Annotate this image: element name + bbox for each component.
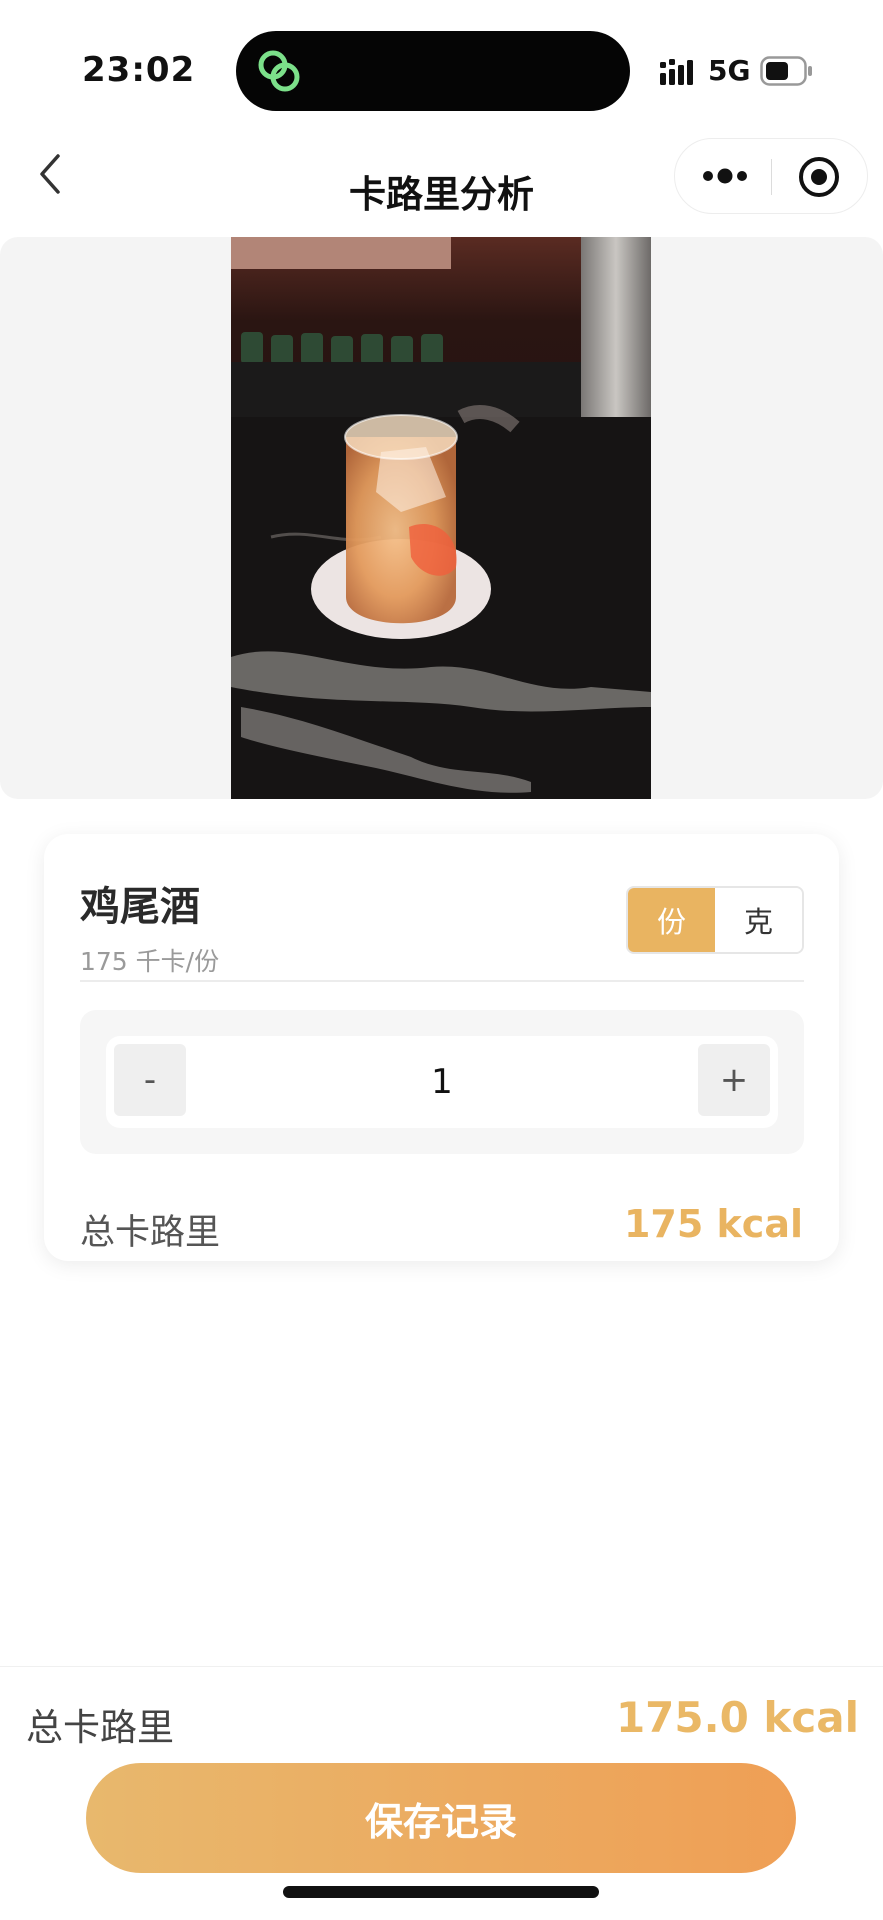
photo-area (0, 237, 883, 799)
network-type: 5G (708, 54, 751, 87)
food-name: 鸡尾酒 (80, 884, 200, 930)
dynamic-island (236, 31, 630, 111)
mini-program-capsule (674, 138, 868, 214)
save-record-button[interactable]: 保存记录 (86, 1763, 796, 1873)
target-icon[interactable] (795, 153, 843, 201)
card-total-label: 总卡路里 (80, 1213, 221, 1253)
card-divider (80, 980, 804, 982)
capsule-divider (771, 159, 772, 195)
bottom-total-value: 175.0 kcal (615, 1693, 859, 1742)
battery-icon (760, 56, 812, 86)
signal-icon (660, 59, 693, 85)
food-photo[interactable] (231, 237, 651, 799)
food-card: 鸡尾酒 175 千卡/份 份 克 - 1 + 总卡路里 175 kcal (44, 834, 839, 1261)
food-calorie-per-unit: 175 千卡/份 (80, 947, 220, 976)
quantity-value[interactable]: 1 (106, 1062, 778, 1102)
wechat-link-icon (258, 50, 300, 92)
unit-toggle: 份 克 (626, 886, 804, 954)
card-total-value: 175 kcal (623, 1202, 803, 1246)
status-bar: 23:02 5G (0, 0, 883, 130)
home-indicator[interactable] (283, 1886, 599, 1898)
bottom-total-label: 总卡路里 (26, 1706, 174, 1749)
nav-bar: 卡路里分析 (0, 130, 883, 238)
quantity-stepper: - 1 + (106, 1036, 778, 1128)
quantity-box: - 1 + (80, 1010, 804, 1154)
bottom-bar: 总卡路里 175.0 kcal 保存记录 (0, 1666, 883, 1920)
unit-option-gram[interactable]: 克 (715, 888, 802, 952)
increase-button[interactable]: + (698, 1044, 770, 1116)
unit-option-serving[interactable]: 份 (628, 888, 715, 952)
status-time: 23:02 (82, 50, 196, 90)
more-icon[interactable] (695, 153, 755, 199)
